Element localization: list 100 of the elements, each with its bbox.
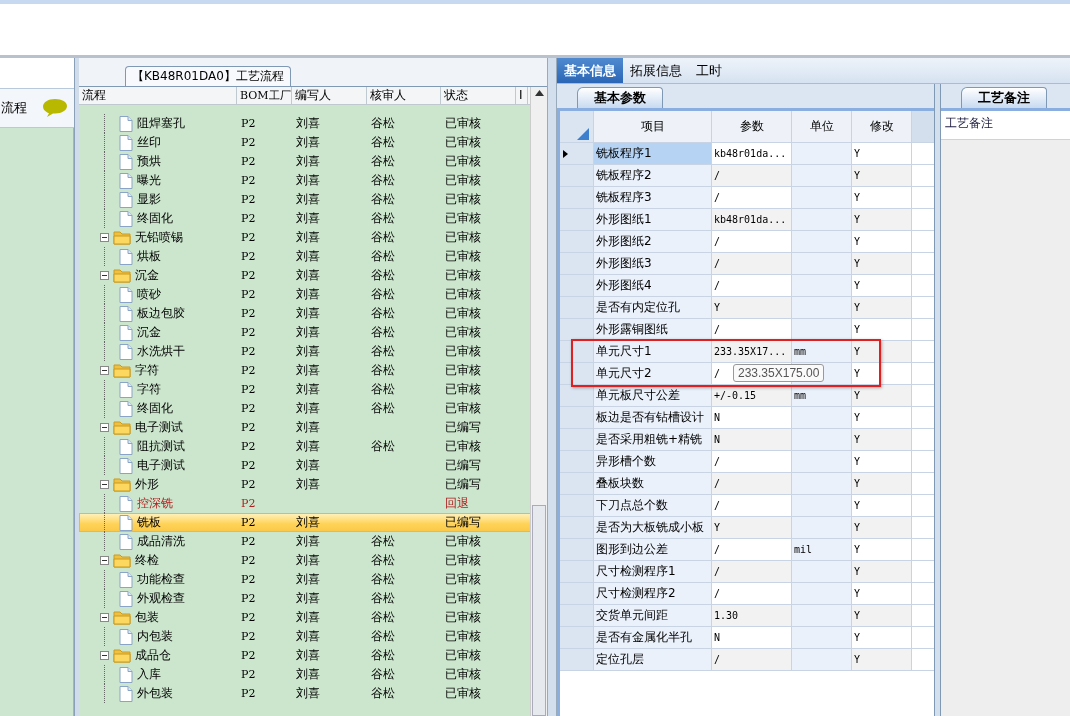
table-cell-text: P2 bbox=[241, 629, 256, 645]
table-cell-text: 已审核 bbox=[445, 381, 481, 398]
node-label: 字符 bbox=[135, 362, 159, 379]
table-cell-text: P2 bbox=[241, 249, 256, 265]
table-cell-text: 刘喜 bbox=[296, 457, 320, 474]
table-cell-text: 刘喜 bbox=[296, 533, 320, 550]
node-label: 烘板 bbox=[137, 248, 161, 265]
table-cell-text: P2 bbox=[241, 230, 256, 246]
table-cell-text: 刘喜 bbox=[296, 419, 320, 436]
table-cell-text: 已审核 bbox=[445, 666, 481, 683]
table-cell-text: 谷松 bbox=[371, 628, 395, 645]
table-cell-text: 刘喜 bbox=[296, 685, 320, 702]
table-cell-text: 刘喜 bbox=[296, 305, 320, 322]
table-cell-text: 刘喜 bbox=[296, 286, 320, 303]
table-cell-text: P2 bbox=[241, 173, 256, 189]
table-cell-text: 刘喜 bbox=[296, 115, 320, 132]
table-cell-text: 刘喜 bbox=[296, 647, 320, 664]
table-cell-text: 已审核 bbox=[445, 191, 481, 208]
table-cell-text: 刘喜 bbox=[296, 666, 320, 683]
table-cell-text: 已审核 bbox=[445, 362, 481, 379]
table-cell-text: P2 bbox=[241, 648, 256, 664]
table-cell-text: 谷松 bbox=[371, 134, 395, 151]
node-label: 成品仓 bbox=[135, 647, 171, 664]
table-cell-text: 谷松 bbox=[371, 666, 395, 683]
table-cell-text: 回退 bbox=[445, 495, 469, 512]
table-cell-text: 谷松 bbox=[371, 286, 395, 303]
table-cell-text: 已审核 bbox=[445, 400, 481, 417]
table-cell-text: 谷松 bbox=[371, 647, 395, 664]
table-cell-text: 刘喜 bbox=[296, 343, 320, 360]
table-cell-text: 刘喜 bbox=[296, 191, 320, 208]
table-cell-text: 谷松 bbox=[371, 191, 395, 208]
table-cell-text: 谷松 bbox=[371, 533, 395, 550]
table-cell-text: P2 bbox=[241, 135, 256, 151]
node-label: 沉金 bbox=[135, 267, 159, 284]
table-cell-text: 谷松 bbox=[371, 172, 395, 189]
node-label: 喷砂 bbox=[137, 286, 161, 303]
table-cell-text: 已审核 bbox=[445, 324, 481, 341]
node-label: 沉金 bbox=[137, 324, 161, 341]
table-cell-text: 已审核 bbox=[445, 267, 481, 284]
table-cell-text: 刘喜 bbox=[296, 153, 320, 170]
table-cell-text: 已审核 bbox=[445, 115, 481, 132]
node-label: 外形 bbox=[135, 476, 159, 493]
node-label: 外包装 bbox=[137, 685, 173, 702]
table-cell-text: P2 bbox=[241, 268, 256, 284]
node-label: 终固化 bbox=[137, 210, 173, 227]
table-cell-text: 谷松 bbox=[371, 609, 395, 626]
table-cell-text: P2 bbox=[241, 401, 256, 417]
table-cell-text: P2 bbox=[241, 496, 256, 512]
table-cell-text: 已编写 bbox=[445, 419, 481, 436]
node-label: 电子测试 bbox=[135, 419, 183, 436]
table-cell-text: 已审核 bbox=[445, 571, 481, 588]
table-cell-text: P2 bbox=[241, 211, 256, 227]
node-label: 终固化 bbox=[137, 400, 173, 417]
node-label: 水洗烘干 bbox=[137, 343, 185, 360]
table-cell-text: P2 bbox=[241, 116, 256, 132]
table-cell-text: 刘喜 bbox=[296, 552, 320, 569]
table-cell-text: 谷松 bbox=[371, 305, 395, 322]
table-cell-text: 刘喜 bbox=[296, 134, 320, 151]
node-label: 入库 bbox=[137, 666, 161, 683]
table-cell-text: P2 bbox=[241, 515, 256, 531]
panel-title: 流程 bbox=[1, 99, 27, 117]
table-cell-text: 谷松 bbox=[371, 229, 395, 246]
table-cell-text: P2 bbox=[241, 572, 256, 588]
table-cell-text: P2 bbox=[241, 306, 256, 322]
table-cell-text: 已审核 bbox=[445, 552, 481, 569]
table-cell-text: P2 bbox=[241, 420, 256, 436]
table-cell-text: 谷松 bbox=[371, 267, 395, 284]
node-label: 阻抗测试 bbox=[137, 438, 185, 455]
node-label: 字符 bbox=[137, 381, 161, 398]
table-cell-text: 刘喜 bbox=[296, 438, 320, 455]
table-cell-text: 已审核 bbox=[445, 533, 481, 550]
node-label: 功能检查 bbox=[137, 571, 185, 588]
table-cell-text: 已审核 bbox=[445, 647, 481, 664]
table-cell-text: 刘喜 bbox=[296, 267, 320, 284]
table-cell-text: 刘喜 bbox=[296, 514, 320, 531]
node-label: 板边包胶 bbox=[137, 305, 185, 322]
node-label: 阻焊塞孔 bbox=[137, 115, 185, 132]
table-cell-text: 谷松 bbox=[371, 571, 395, 588]
table-cell-text: P2 bbox=[241, 363, 256, 379]
table-cell-text: 刘喜 bbox=[296, 324, 320, 341]
node-label: 无铅喷锡 bbox=[135, 229, 183, 246]
table-cell-text: 已审核 bbox=[445, 590, 481, 607]
table-cell-text: P2 bbox=[241, 477, 256, 493]
table-cell-text: P2 bbox=[241, 192, 256, 208]
table-cell-text: 刘喜 bbox=[296, 571, 320, 588]
table-cell-text: 谷松 bbox=[371, 248, 395, 265]
table-cell-text: 谷松 bbox=[371, 153, 395, 170]
table-cell-text: 已审核 bbox=[445, 343, 481, 360]
node-label: 电子测试 bbox=[137, 457, 185, 474]
table-cell-text: P2 bbox=[241, 591, 256, 607]
node-label: 显影 bbox=[137, 191, 161, 208]
node-label: 铣板 bbox=[137, 514, 161, 531]
table-cell-text: 谷松 bbox=[371, 400, 395, 417]
notes-label: 工艺备注 bbox=[945, 116, 993, 130]
table-cell-text: 刘喜 bbox=[296, 229, 320, 246]
table-cell-text: 已审核 bbox=[445, 153, 481, 170]
table-cell-text: 已审核 bbox=[445, 134, 481, 151]
tooltip: 233.35X175.00 bbox=[733, 364, 825, 382]
node-label: 终检 bbox=[135, 552, 159, 569]
table-cell-text: P2 bbox=[241, 458, 256, 474]
